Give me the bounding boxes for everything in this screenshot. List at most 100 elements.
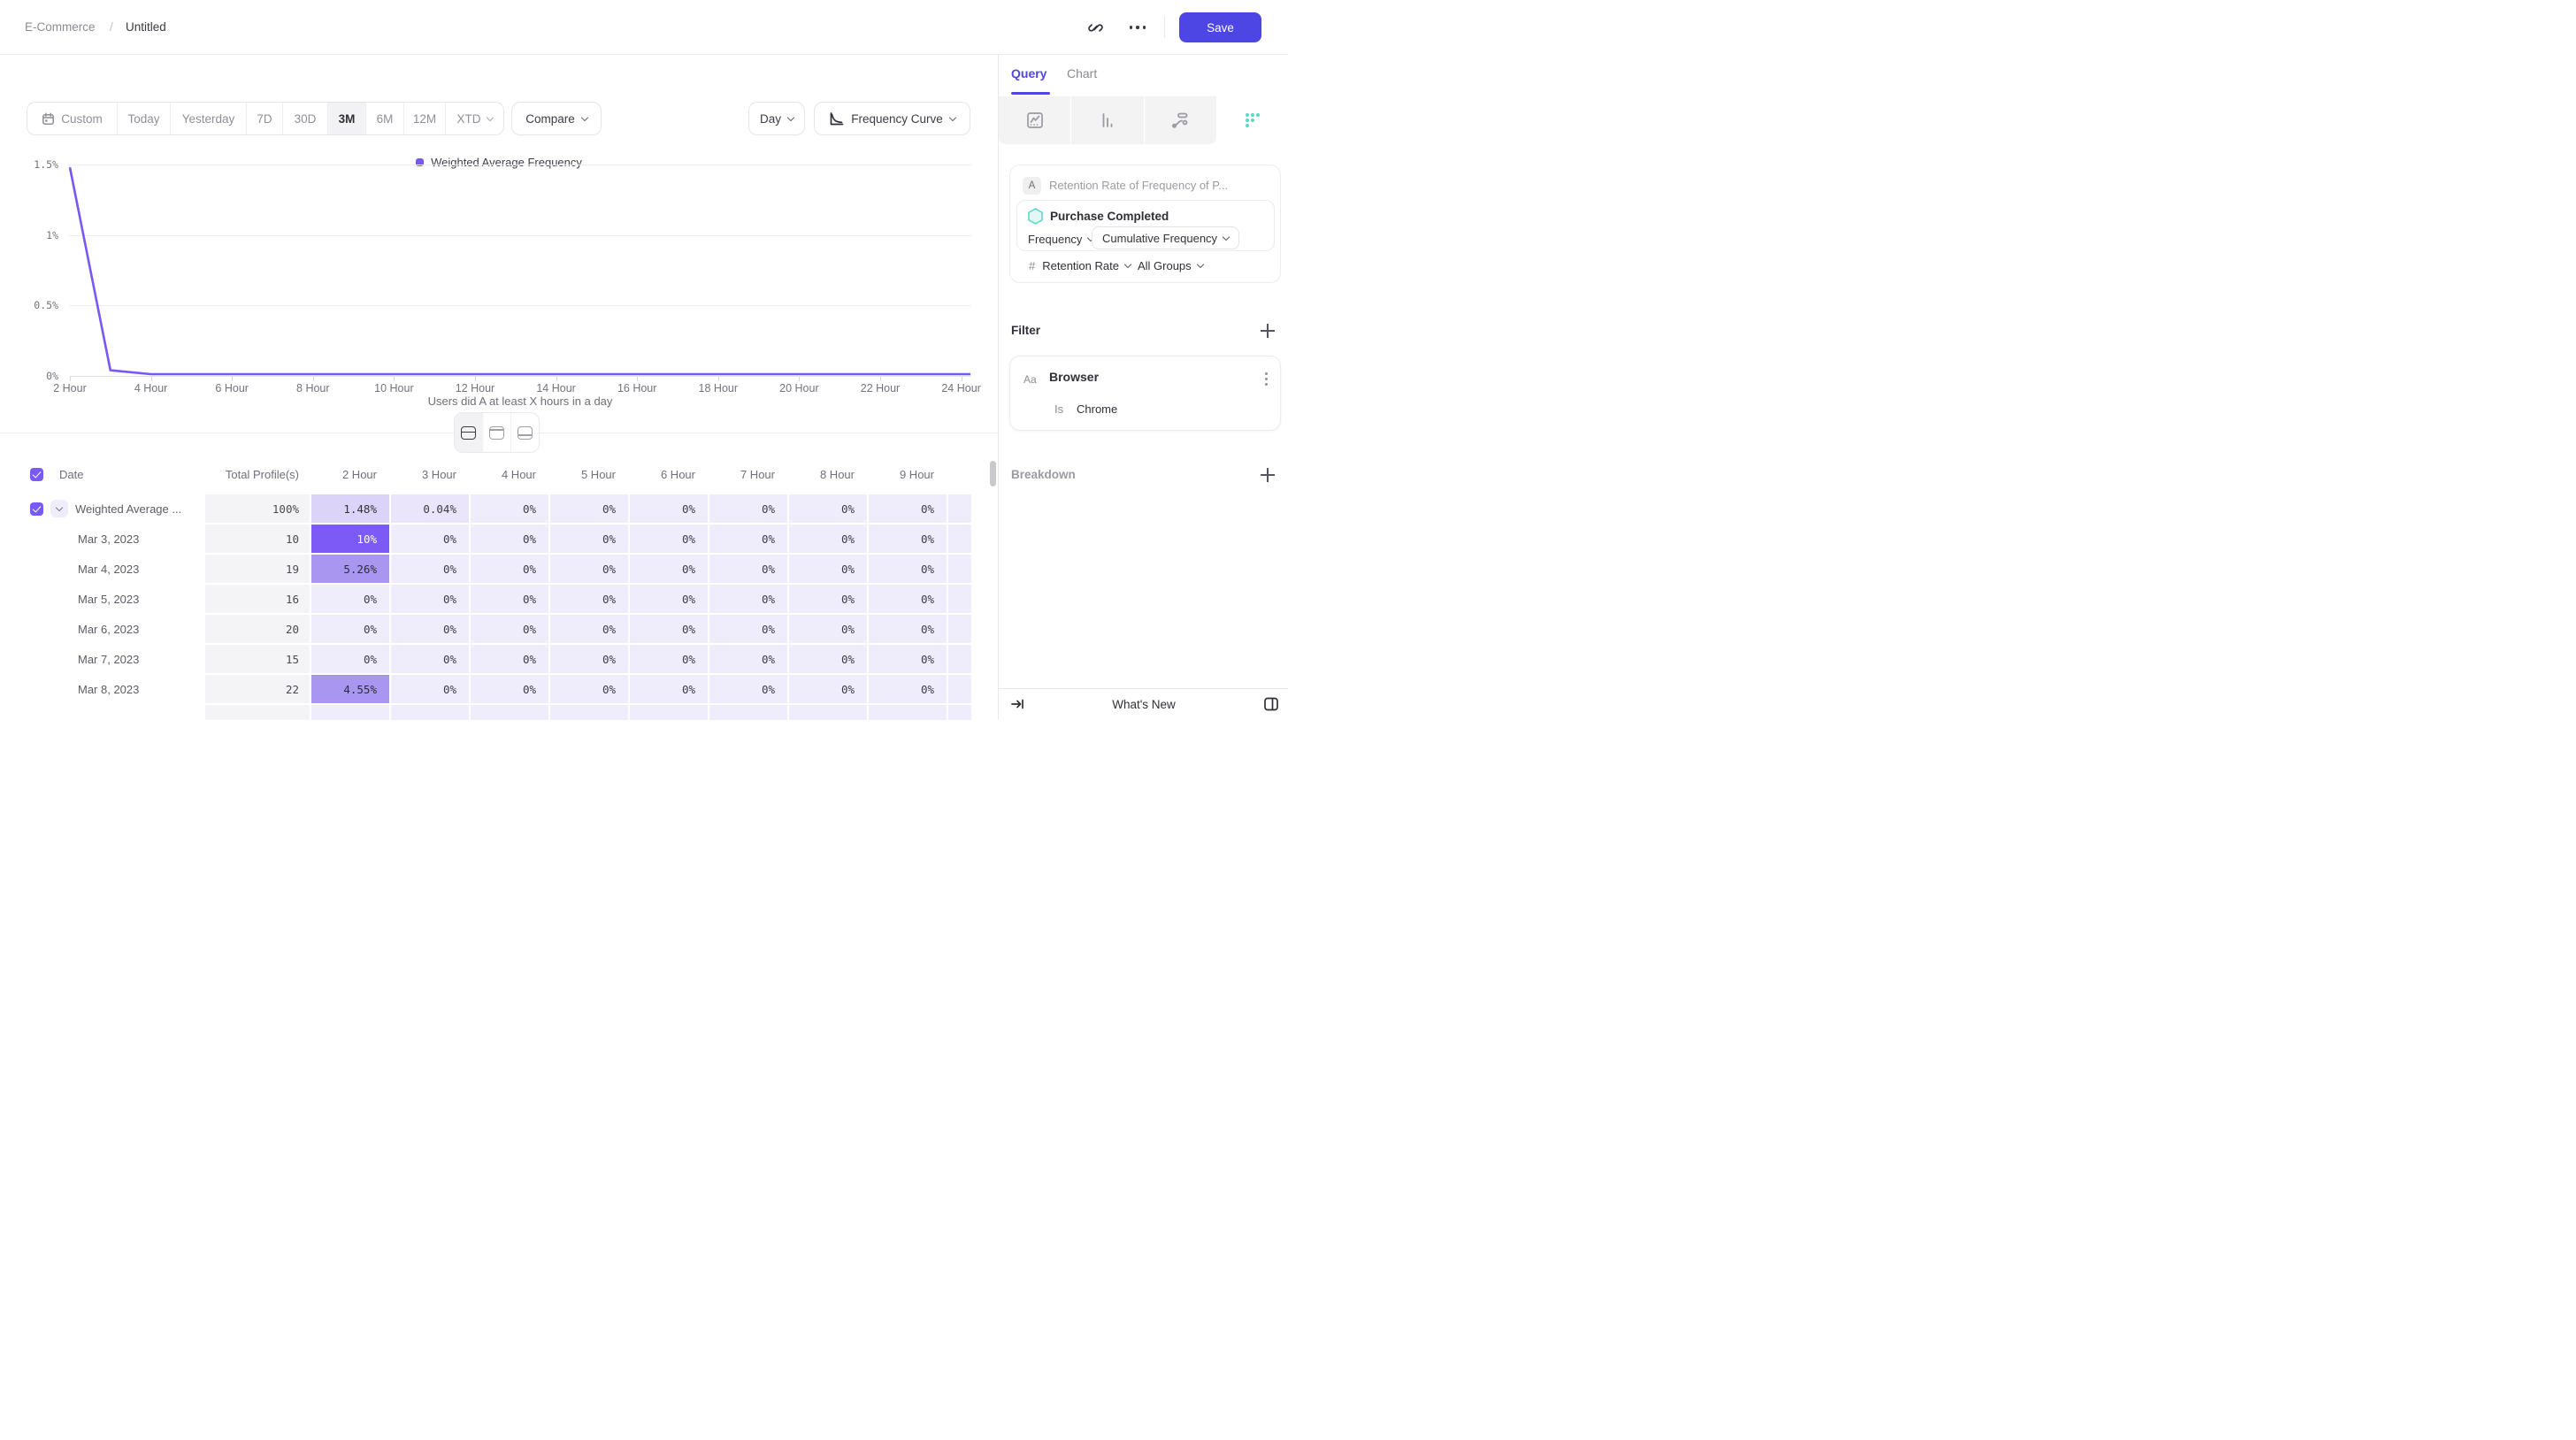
- value-cell[interactable]: 0%: [709, 645, 787, 673]
- range-button-30d[interactable]: 30D: [282, 103, 327, 134]
- value-cell[interactable]: 0%: [630, 494, 708, 523]
- value-cell[interactable]: 0%: [311, 645, 389, 673]
- measure-dropdown[interactable]: Frequency: [1028, 233, 1093, 246]
- breadcrumb-report-title[interactable]: Untitled: [126, 20, 166, 34]
- value-cell[interactable]: 0%: [391, 645, 469, 673]
- value-cell[interactable]: 0%: [471, 615, 548, 643]
- value-cell[interactable]: 0%: [471, 494, 548, 523]
- value-cell[interactable]: 0%: [948, 675, 971, 703]
- metric-dropdown[interactable]: Retention Rate: [1042, 259, 1131, 272]
- value-cell[interactable]: 0%: [789, 525, 867, 553]
- filter-value[interactable]: Chrome: [1077, 402, 1117, 416]
- value-cell[interactable]: 0%: [630, 525, 708, 553]
- value-cell[interactable]: 5.26%: [311, 555, 389, 583]
- value-cell[interactable]: 0%: [869, 645, 947, 673]
- table-row[interactable]: Mar 7, 2023150%0%0%0%0%0%0%0%0%: [27, 645, 971, 673]
- value-cell[interactable]: 0%: [391, 525, 469, 553]
- tab-chart[interactable]: Chart: [1067, 66, 1097, 80]
- measure-value-dropdown[interactable]: Cumulative Frequency: [1092, 226, 1239, 249]
- compare-button[interactable]: Compare: [511, 102, 602, 135]
- granularity-dropdown[interactable]: Day: [748, 102, 805, 135]
- range-button-6m[interactable]: 6M: [365, 103, 403, 134]
- table-row[interactable]: Mar 8, 2023224.55%0%0%0%0%0%0%0%0%: [27, 675, 971, 703]
- copy-link-button[interactable]: [1083, 15, 1108, 40]
- value-cell[interactable]: 0%: [391, 585, 469, 613]
- whats-new-link[interactable]: What's New: [999, 698, 1288, 711]
- filter-card[interactable]: Aa Browser Is Chrome: [1009, 356, 1281, 431]
- value-cell[interactable]: 0%: [869, 555, 947, 583]
- value-cell[interactable]: 0%: [311, 585, 389, 613]
- add-filter-button[interactable]: [1261, 324, 1275, 338]
- value-cell[interactable]: 0%: [789, 555, 867, 583]
- value-cell[interactable]: 1.48%: [311, 494, 389, 523]
- table-row[interactable]: Mar 6, 2023200%0%0%0%0%0%0%0%0%: [27, 615, 971, 643]
- range-button-today[interactable]: Today: [117, 103, 170, 134]
- table-row[interactable]: Mar 5, 2023160%0%0%0%0%0%0%0%0%: [27, 585, 971, 613]
- value-cell[interactable]: 0%: [550, 585, 628, 613]
- value-cell[interactable]: 0%: [789, 645, 867, 673]
- value-cell[interactable]: 0%: [869, 525, 947, 553]
- value-cell[interactable]: 0%: [709, 585, 787, 613]
- range-button-3m[interactable]: 3M: [327, 103, 365, 134]
- table-row[interactable]: Mar 3, 20231010%0%0%0%0%0%0%0%0%: [27, 525, 971, 553]
- report-type-flows[interactable]: [1144, 96, 1216, 144]
- breadcrumb-project[interactable]: E-Commerce: [25, 20, 96, 34]
- value-cell[interactable]: 0%: [630, 615, 708, 643]
- value-cell[interactable]: 0%: [630, 645, 708, 673]
- range-button-yesterday[interactable]: Yesterday: [170, 103, 246, 134]
- report-type-funnels[interactable]: [1070, 96, 1143, 144]
- value-cell[interactable]: 4.55%: [311, 675, 389, 703]
- side-panel-toggle-button[interactable]: [1262, 695, 1280, 717]
- value-cell[interactable]: 0%: [789, 585, 867, 613]
- filter-property-name[interactable]: Browser: [1049, 370, 1099, 384]
- add-breakdown-button[interactable]: [1261, 468, 1275, 482]
- value-cell[interactable]: 0%: [630, 555, 708, 583]
- value-cell[interactable]: 0%: [869, 494, 947, 523]
- row-expander-button[interactable]: [50, 500, 68, 517]
- value-cell[interactable]: 0%: [471, 645, 548, 673]
- value-cell[interactable]: 0.04%: [391, 494, 469, 523]
- value-cell[interactable]: 0%: [550, 494, 628, 523]
- range-button-12m[interactable]: 12M: [403, 103, 445, 134]
- value-cell[interactable]: 0%: [789, 494, 867, 523]
- value-cell[interactable]: 0%: [948, 555, 971, 583]
- range-button-xtd[interactable]: XTD: [445, 103, 503, 134]
- table-row[interactable]: Mar 4, 2023195.26%0%0%0%0%0%0%0%0%: [27, 555, 971, 583]
- value-cell[interactable]: 0%: [948, 585, 971, 613]
- value-cell[interactable]: 0%: [709, 615, 787, 643]
- chart-style-dropdown[interactable]: Frequency Curve: [814, 102, 970, 135]
- tab-query[interactable]: Query: [1011, 66, 1046, 80]
- value-cell[interactable]: 0%: [869, 615, 947, 643]
- value-cell[interactable]: 0%: [948, 645, 971, 673]
- value-cell[interactable]: 10%: [311, 525, 389, 553]
- table-row[interactable]: Weighted Average ...100%1.48%0.04%0%0%0%…: [27, 494, 971, 523]
- value-cell[interactable]: 0%: [869, 675, 947, 703]
- value-cell[interactable]: 0%: [471, 675, 548, 703]
- value-cell[interactable]: 0%: [550, 555, 628, 583]
- series-title[interactable]: Retention Rate of Frequency of P...: [1049, 179, 1270, 192]
- value-cell[interactable]: 0%: [709, 555, 787, 583]
- value-cell[interactable]: 0%: [550, 645, 628, 673]
- value-cell[interactable]: 0%: [869, 585, 947, 613]
- value-cell[interactable]: 0%: [391, 615, 469, 643]
- row-checkbox[interactable]: [30, 502, 43, 516]
- value-cell[interactable]: 0%: [948, 494, 971, 523]
- report-type-insights[interactable]: [999, 96, 1070, 144]
- value-cell[interactable]: 0%: [311, 615, 389, 643]
- value-cell[interactable]: 0%: [391, 675, 469, 703]
- event-name[interactable]: Purchase Completed: [1050, 210, 1169, 223]
- event-card[interactable]: Purchase Completed Frequency Cumulative …: [1016, 200, 1275, 251]
- value-cell[interactable]: 0%: [630, 675, 708, 703]
- value-cell[interactable]: 0%: [550, 675, 628, 703]
- value-cell[interactable]: 0%: [789, 675, 867, 703]
- value-cell[interactable]: 0%: [948, 615, 971, 643]
- report-type-retention[interactable]: [1216, 96, 1288, 144]
- filter-operator[interactable]: Is: [1054, 402, 1063, 416]
- filter-options-menu[interactable]: [1265, 372, 1268, 386]
- value-cell[interactable]: 0%: [948, 525, 971, 553]
- value-cell[interactable]: 0%: [630, 585, 708, 613]
- value-cell[interactable]: 0%: [391, 555, 469, 583]
- range-button-7d[interactable]: 7D: [246, 103, 282, 134]
- value-cell[interactable]: 0%: [550, 525, 628, 553]
- value-cell[interactable]: 0%: [789, 615, 867, 643]
